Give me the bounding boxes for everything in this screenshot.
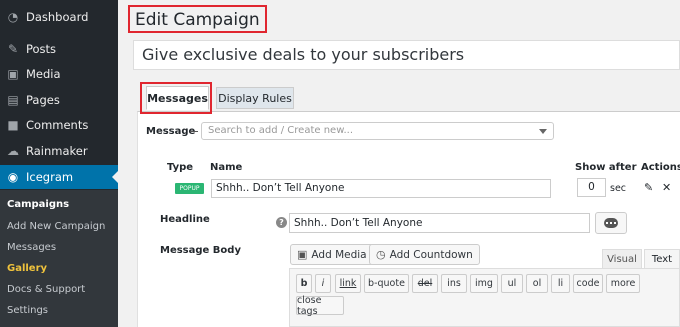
add-countdown-button[interactable]: ◷ Add Countdown [369, 244, 480, 265]
add-countdown-label: Add Countdown [389, 248, 473, 261]
column-name: Name [210, 162, 243, 173]
submenu-docs-support[interactable]: Docs & Support [7, 284, 85, 295]
quicktag-del[interactable]: del [412, 274, 438, 293]
popup-type-badge: POPUP [175, 183, 204, 194]
quicktag-italic[interactable]: i [315, 274, 331, 293]
sidebar-item-comments[interactable]: ■ Comments [0, 113, 118, 137]
clock-icon: ◷ [376, 248, 386, 261]
quicktag-code[interactable]: code [573, 274, 603, 293]
campaign-title-input[interactable]: Give exclusive deals to your subscribers [133, 40, 680, 70]
message-search-placeholder: Search to add / Create new... [208, 125, 353, 136]
icegram-icon: ◉ [7, 170, 19, 184]
dashboard-icon: ◔ [7, 10, 19, 24]
sidebar-item-label: Comments [26, 118, 89, 132]
pages-icon: ▤ [7, 93, 19, 107]
submenu-campaigns[interactable]: Campaigns [7, 199, 69, 210]
tab-display-rules[interactable]: Display Rules [216, 87, 294, 109]
sidebar-item-rainmaker[interactable]: ☁ Rainmaker [0, 139, 118, 163]
pin-icon: ✎ [7, 42, 19, 56]
tab-highlight-box [140, 82, 212, 114]
sidebar-item-pages[interactable]: ▤ Pages [0, 88, 118, 112]
sidebar-item-media[interactable]: ▣ Media [0, 62, 118, 86]
sidebar-item-label: Dashboard [26, 10, 89, 24]
sidebar-item-label: Rainmaker [26, 144, 88, 158]
submenu-settings[interactable]: Settings [7, 305, 48, 316]
cloud-icon: ☁ [7, 144, 19, 158]
quicktag-bold[interactable]: b [296, 274, 312, 293]
submenu-gallery[interactable]: Gallery [7, 263, 47, 274]
active-menu-arrow [112, 171, 118, 183]
headline-label: Headline [160, 214, 210, 225]
message-body-label: Message Body [160, 245, 241, 256]
sidebar-item-label: Icegram [26, 170, 74, 184]
quicktag-blockquote[interactable]: b-quote [364, 274, 409, 293]
delete-x-icon[interactable]: ✕ [662, 181, 671, 194]
sidebar-item-label: Pages [26, 93, 60, 107]
quicktag-link[interactable]: link [335, 274, 361, 293]
icegram-submenu: Campaigns Add New Campaign Messages Gall… [0, 190, 118, 327]
sidebar-item-dashboard[interactable]: ◔ Dashboard [0, 5, 118, 29]
page-title: Edit Campaign [128, 5, 267, 33]
submenu-messages[interactable]: Messages [7, 242, 56, 253]
quicktag-img[interactable]: img [470, 274, 498, 293]
message-label-dash [190, 131, 198, 132]
quicktag-more[interactable]: more [606, 274, 640, 293]
seconds-label: sec [610, 183, 627, 194]
quicktag-ins[interactable]: ins [441, 274, 467, 293]
sidebar-item-icegram[interactable]: ◉ Icegram [0, 165, 118, 189]
quicktag-close-tags[interactable]: close tags [296, 295, 344, 317]
submenu-add-new-campaign[interactable]: Add New Campaign [7, 221, 105, 232]
media-icon: ▣ [7, 67, 19, 81]
quicktag-li[interactable]: li [551, 274, 570, 293]
editor-tab-visual[interactable]: Visual [602, 249, 642, 269]
sidebar-item-label: Posts [26, 42, 57, 56]
headline-input[interactable]: Shhh.. Don’t Tell Anyone [289, 213, 590, 233]
sidebar-item-posts[interactable]: ✎ Posts [0, 37, 118, 61]
media-icon: ▣ [297, 248, 308, 261]
message-search-select[interactable]: Search to add / Create new... [201, 122, 554, 140]
comment-icon: ■ [7, 118, 19, 132]
edit-pencil-icon[interactable]: ✎ [644, 181, 653, 194]
admin-sidebar: ◔ Dashboard ✎ Posts ▣ Media ▤ Pages ■ Co… [0, 0, 118, 327]
column-show-after: Show after [575, 162, 637, 173]
speech-bubble-icon [604, 218, 618, 228]
quicktag-ul[interactable]: ul [501, 274, 523, 293]
column-type: Type [167, 162, 194, 173]
headline-suggest-button[interactable] [595, 212, 627, 234]
quicktag-ol[interactable]: ol [526, 274, 548, 293]
sidebar-item-label: Media [26, 67, 61, 81]
add-media-button[interactable]: ▣ Add Media [290, 244, 374, 265]
message-name-input[interactable]: Shhh.. Don’t Tell Anyone [211, 179, 551, 198]
chevron-down-icon [539, 129, 547, 134]
message-label: Message [146, 126, 196, 137]
add-media-label: Add Media [311, 248, 367, 261]
editor-tab-text[interactable]: Text [644, 249, 680, 269]
help-question-icon[interactable]: ? [276, 217, 287, 228]
column-actions: Actions [641, 162, 680, 173]
show-after-input[interactable]: 0 [577, 178, 606, 197]
